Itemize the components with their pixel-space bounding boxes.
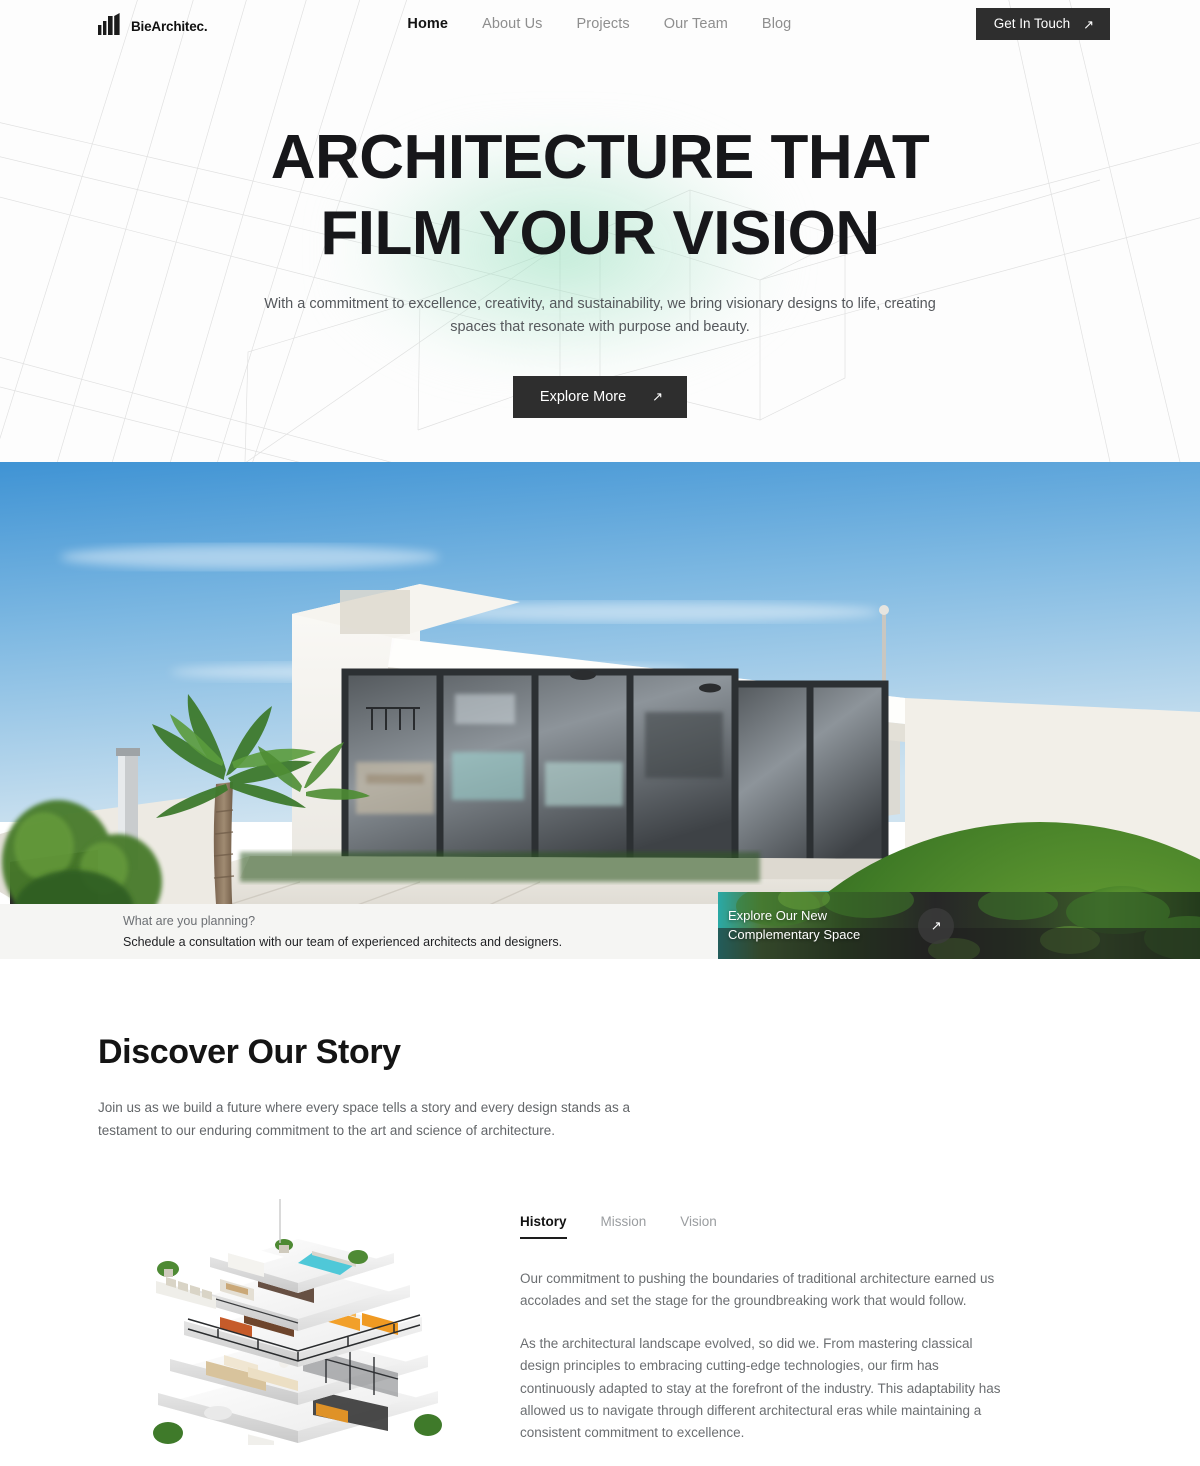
main-nav: Home About Us Projects Our Team Blog xyxy=(407,16,791,32)
brand-name: BieArchitec. xyxy=(131,18,208,34)
nav-item-about-us[interactable]: About Us xyxy=(482,16,542,32)
nav-item-our-team[interactable]: Our Team xyxy=(664,16,728,32)
promo-line-2: Complementary Space xyxy=(728,926,861,942)
arrow-up-right-icon: ↗ xyxy=(1083,16,1094,32)
consultation-text: What are you planning? Schedule a consul… xyxy=(0,904,562,959)
get-in-touch-button[interactable]: Get In Touch ↗ xyxy=(975,8,1110,40)
story-tabs-panel: History Mission Vision Our commitment to… xyxy=(520,1185,1006,1466)
tab-vision[interactable]: Vision xyxy=(680,1214,717,1239)
arrow-up-right-icon: ↗ xyxy=(652,389,664,405)
brand-logo[interactable]: BieArchitec. xyxy=(98,13,208,35)
villa-photo xyxy=(0,462,1200,959)
consultation-answer: Schedule a consultation with our team of… xyxy=(123,934,563,949)
arrow-up-right-icon: ↗ xyxy=(930,918,942,933)
consultation-bar: What are you planning? Schedule a consul… xyxy=(0,892,1200,959)
tab-mission[interactable]: Mission xyxy=(601,1214,647,1239)
page-title: ARCHITECTURE THAT FILM YOUR VISION xyxy=(0,120,1200,271)
get-in-touch-label: Get In Touch xyxy=(993,16,1071,32)
story-figure xyxy=(98,1184,498,1445)
consultation-question: What are you planning? xyxy=(123,914,256,928)
story-header: Discover Our Story Join us as we build a… xyxy=(0,1033,1200,1143)
hero-title-line-2: FILM YOUR VISION xyxy=(320,198,880,268)
complementary-space-promo[interactable]: Explore Our New Complementary Space ↗ xyxy=(718,892,1200,959)
hero-subtitle: With a commitment to excellence, creativ… xyxy=(264,296,936,336)
nav-item-blog[interactable]: Blog xyxy=(762,16,791,32)
hero-title-line-1: ARCHITECTURE THAT xyxy=(270,123,930,192)
showcase-image-section xyxy=(0,462,1200,959)
landing-page: BieArchitec. Home About Us Projects Our … xyxy=(0,0,1200,1466)
explore-more-label: Explore More xyxy=(539,388,627,405)
nav-item-home[interactable]: Home xyxy=(407,16,448,32)
story-paragraph-1: Our commitment to pushing the boundaries… xyxy=(520,1270,995,1308)
story-title: Discover Our Story xyxy=(98,1033,401,1071)
story-paragraph-2: As the architectural landscape evolved, … xyxy=(520,1336,1001,1441)
promo-arrow-button[interactable]: ↗ xyxy=(918,907,955,944)
isometric-building-render xyxy=(98,1184,498,1445)
discover-story-section: Discover Our Story Join us as we build a… xyxy=(0,959,1200,1466)
site-header: BieArchitec. Home About Us Projects Our … xyxy=(0,0,1200,48)
story-description: Join us as we build a future where every… xyxy=(98,1100,631,1139)
explore-more-button[interactable]: Explore More ↗ xyxy=(512,375,688,419)
hero-section: BieArchitec. Home About Us Projects Our … xyxy=(0,0,1200,462)
story-body: History Mission Vision Our commitment to… xyxy=(0,1184,1200,1466)
hero-content: ARCHITECTURE THAT FILM YOUR VISION With … xyxy=(0,48,1200,419)
promo-line-1: Explore Our New xyxy=(728,907,827,923)
tab-history[interactable]: History xyxy=(520,1214,567,1239)
building-bars-icon xyxy=(98,13,120,35)
nav-item-projects[interactable]: Projects xyxy=(577,16,630,32)
tab-content-history: Our commitment to pushing the boundaries… xyxy=(520,1268,1006,1445)
story-tabs: History Mission Vision xyxy=(520,1214,1006,1239)
promo-label: Explore Our New Complementary Space xyxy=(728,907,860,945)
